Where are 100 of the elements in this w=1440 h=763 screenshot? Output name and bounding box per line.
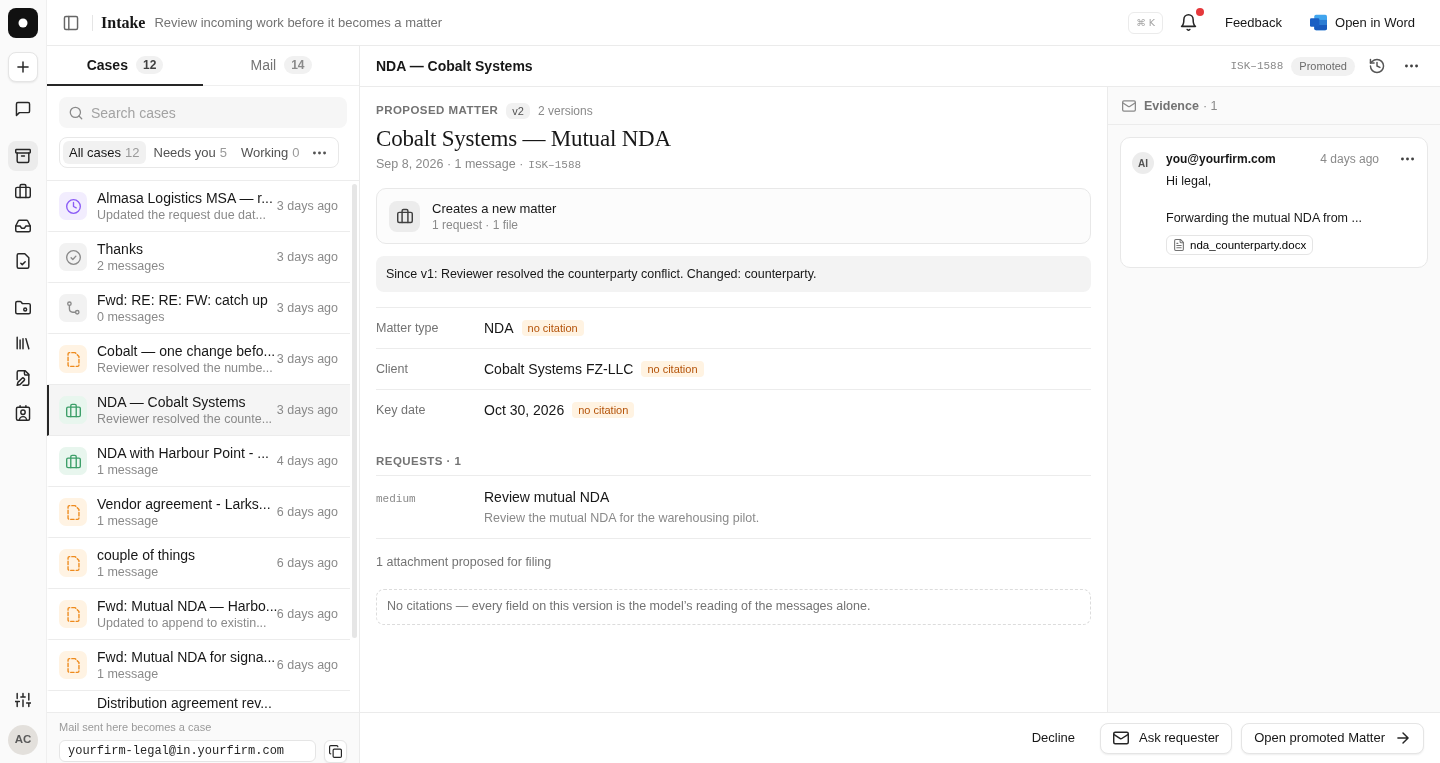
branch-icon [59, 294, 87, 322]
user-avatar[interactable]: AC [8, 725, 38, 755]
chat-icon[interactable] [15, 101, 31, 117]
case-time: 6 days ago [276, 503, 338, 521]
version-count: 2 versions [537, 103, 593, 120]
briefcase-icon [59, 447, 87, 475]
case-summary: 1 message [97, 665, 159, 682]
matter-title: Cobalt Systems — Mutual NDA [376, 125, 671, 153]
case-row[interactable]: Distribution agreement rev... [47, 691, 350, 712]
books-icon[interactable] [15, 335, 31, 351]
archive-icon[interactable] [15, 148, 31, 164]
tab[interactable]: Mail 14 [203, 46, 359, 86]
feedback-button[interactable]: Feedback [1214, 6, 1293, 39]
folder-icon[interactable] [15, 300, 31, 316]
filter-tab[interactable]: All cases 12 [63, 141, 146, 164]
sidebar-toggle-icon[interactable] [63, 14, 79, 31]
mail-icon [1122, 98, 1136, 113]
case-title: Cobalt — one change befo... [97, 342, 276, 360]
case-summary: Reviewer resolved the numbe... [97, 359, 273, 376]
count-badge: 12 [135, 56, 164, 74]
document-check-icon[interactable] [15, 253, 31, 269]
sender-avatar: AI [1132, 152, 1154, 174]
case-row[interactable]: Fwd: Mutual NDA — Harbo... Updated to append to existin... 6 days ago [47, 589, 350, 640]
dashed-document-icon [59, 345, 87, 373]
case-row[interactable]: Almasa Logistics MSA — r... Updated the request due dat... 3 days ago [47, 181, 350, 232]
case-summary: 0 messages [97, 308, 165, 325]
page-title: Intake [101, 12, 146, 33]
case-row[interactable]: Fwd: RE: RE: FW: catch up 0 messages 3 days ago [47, 283, 350, 334]
case-title: couple of things [97, 546, 196, 564]
more-icon[interactable] [1405, 64, 1418, 68]
tab[interactable]: Cases 12 [47, 46, 203, 86]
reference-code: ISK–1588 [528, 158, 582, 173]
page-subtitle: Review incoming work before it becomes a matter [154, 13, 442, 32]
ask-requester-button[interactable]: Ask requester [1100, 722, 1233, 754]
dashed-document-icon [59, 498, 87, 526]
case-row[interactable]: couple of things 1 message 6 days ago [47, 538, 350, 589]
case-time: 3 days ago [276, 299, 338, 317]
new-button[interactable] [8, 52, 38, 82]
case-title: Distribution agreement rev... [97, 695, 272, 711]
reference-code: ISK–1588 [1230, 58, 1284, 74]
more-icon[interactable] [1401, 157, 1414, 161]
case-time: 6 days ago [276, 656, 338, 674]
attachment-note: 1 attachment proposed for filing [376, 554, 552, 570]
document-edit-icon[interactable] [15, 370, 31, 386]
arrow-right-icon [1395, 730, 1411, 746]
status-badge: Promoted [1291, 56, 1355, 76]
copy-button[interactable] [324, 739, 347, 763]
decline-button[interactable]: Decline [1018, 722, 1088, 754]
section-label: REQUESTS · 1 [376, 455, 462, 467]
case-time: 4 days ago [276, 452, 338, 470]
summary-detail: 1 request · 1 file [432, 216, 519, 233]
contact-card-icon[interactable] [15, 405, 31, 421]
inbox-icon[interactable] [15, 218, 31, 234]
app-logo-icon[interactable] [8, 8, 38, 38]
request-description: Review the mutual NDA for the warehousing pilot. [484, 510, 760, 526]
clock-icon [59, 192, 87, 220]
case-row[interactable]: Thanks 2 messages 3 days ago [47, 232, 350, 283]
panel-title: Evidence [1144, 98, 1199, 113]
count-badge: 14 [284, 56, 312, 74]
field-label: Client [376, 360, 409, 378]
version-badge: v2 [506, 103, 530, 119]
message-body: Hi legal, Forwarding the mutual NDA from ... [1166, 173, 1362, 227]
scrollbar-thumb[interactable] [352, 184, 357, 638]
section-label: PROPOSED MATTER [376, 103, 499, 119]
open-matter-button[interactable]: Open promoted Matter [1241, 722, 1424, 754]
filter-tab[interactable]: Working 0 [234, 141, 306, 164]
bell-icon[interactable] [1179, 14, 1197, 31]
panel-count: · 1 [1202, 98, 1218, 113]
case-time: 3 days ago [276, 350, 338, 368]
field-label: Key date [376, 401, 427, 419]
priority-label: medium [376, 492, 416, 507]
sliders-icon[interactable] [15, 692, 31, 708]
briefcase-icon [59, 396, 87, 424]
dashed-document-icon [59, 600, 87, 628]
mail-icon [1113, 730, 1129, 746]
sidebar-nav-button[interactable] [8, 141, 38, 171]
address-field[interactable]: yourfirm-legal@in.yourfirm.com [59, 740, 316, 762]
search-field[interactable]: Search cases [59, 97, 347, 128]
case-row[interactable]: NDA with Harbour Point - ... 1 message 4 days ago [47, 436, 350, 487]
case-title: NDA with Harbour Point - ... [97, 444, 269, 462]
copy-icon[interactable] [329, 744, 342, 758]
change-note: Since v1: Reviewer resolved the counterparty conflict. Changed: counterparty. [376, 256, 1091, 292]
plus-icon[interactable] [15, 59, 31, 75]
case-summary: Updated the request due dat... [97, 206, 266, 223]
open-in-word-button[interactable]: Open in Word [1300, 6, 1425, 39]
case-summary: 1 message [97, 512, 159, 529]
field-value: NDA [484, 318, 514, 338]
case-row[interactable]: Fwd: Mutual NDA for signa... 1 message 6 days ago [47, 640, 350, 691]
briefcase-icon [389, 200, 420, 232]
attachment-chip[interactable]: nda_counterparty.docx [1166, 234, 1314, 255]
history-icon[interactable] [1369, 58, 1385, 74]
case-heading: NDA — Cobalt Systems [376, 56, 533, 76]
case-time: 6 days ago [276, 554, 338, 572]
case-row[interactable]: Vendor agreement - Larks... 1 message 6 days ago [47, 487, 350, 538]
case-title: Vendor agreement - Larks... [97, 495, 271, 513]
filter-tab[interactable]: Needs you 5 [147, 141, 233, 164]
more-icon[interactable] [313, 150, 326, 155]
case-row[interactable]: NDA — Cobalt Systems Reviewer resolved the counte... 3 days ago [47, 385, 350, 436]
briefcase-icon[interactable] [15, 183, 31, 199]
case-title: Fwd: Mutual NDA — Harbo... [97, 597, 278, 614]
